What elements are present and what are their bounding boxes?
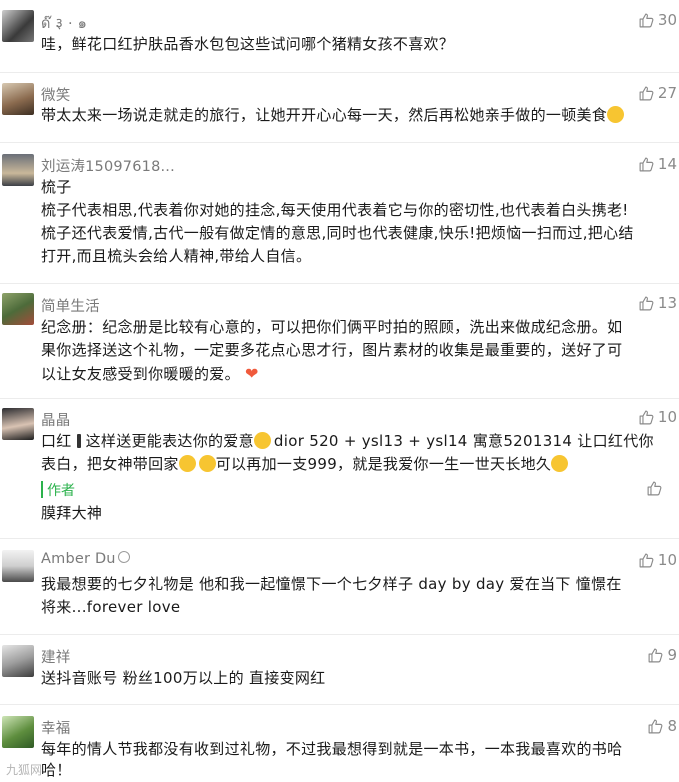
avatar[interactable] [2, 10, 34, 42]
comment-text-line: 纪念册：纪念册是比较有心意的，可以把你们俩平时拍的照顾，洗出来做成纪念册。如 [41, 318, 623, 336]
comment-text: 带太太来一场说走就走的旅行，让她开开心心每一天，然后再松她亲手做的一顿美食 [41, 104, 673, 127]
thumbs-up-icon [638, 156, 655, 173]
divider [0, 704, 679, 705]
comment-text-line: 口红 这样送更能表达你的爱意 dior 520 + ysl13 + ysl14 寓意… [41, 430, 673, 453]
comment-text-line: 我最想要的七夕礼物是 他和我一起憧憬下一个七夕样子 day by day 爱在当… [41, 575, 622, 593]
like-button[interactable]: 10 [638, 551, 677, 569]
like-count: 10 [657, 551, 677, 569]
wink-emoji-icon [198, 455, 216, 472]
divider [0, 142, 679, 143]
comment-text-body: 这样送更能表达你的爱意 [85, 432, 254, 450]
comment-text-line: 梳子 [41, 178, 72, 196]
username-text: Amber Du [41, 551, 116, 567]
verified-icon [117, 551, 130, 563]
like-count: 30 [657, 11, 677, 29]
wink-emoji-icon [178, 455, 196, 472]
avatar[interactable] [2, 293, 34, 325]
comment-text-line: 将来...forever love [41, 598, 181, 616]
divider [0, 634, 679, 635]
comment-username[interactable]: 微笑 [41, 84, 70, 105]
thumbs-up-icon [638, 409, 655, 426]
comment-text-body: 口红 [41, 432, 72, 450]
comment-username[interactable]: 晶晶 [41, 409, 70, 430]
comment-username[interactable]: 简单生活 [41, 295, 100, 316]
like-button[interactable]: 13 [638, 294, 677, 312]
like-count: 13 [657, 294, 677, 312]
author-reply-marker [41, 481, 43, 498]
comment-text-body: 带太太来一场说走就走的旅行，让她开开心心每一天，然后再松她亲手做的一顿美食 [41, 106, 608, 124]
comment-text-body: 可以再加一支999，就是我爱你一生一世天长地久 [215, 455, 552, 473]
like-count: 8 [667, 717, 677, 735]
avatar[interactable] [2, 716, 34, 748]
comment-text-line: 以让女友感受到你暖暖的爱。 ❤ [41, 362, 673, 386]
like-button[interactable]: 10 [638, 408, 677, 426]
author-reply-text: 膜拜大神 [41, 504, 103, 522]
comment-username[interactable]: ด๊ ३ · ๑ [41, 12, 87, 35]
comment-text-body: 以让女友感受到你暖暖的爱。 [41, 365, 240, 383]
comment-username[interactable]: Amber Du [41, 551, 130, 567]
like-count: 10 [657, 408, 677, 426]
avatar[interactable] [2, 83, 34, 115]
comment-text-line: 果你选择送这个礼物，一定要多花点心思才行，图片素材的收集是最重要的，送好了可 [41, 341, 623, 359]
thumbs-up-icon [638, 12, 655, 29]
comment-text-body: dior 520 + ysl13 + ysl14 寓意5201314 让口红代你 [273, 432, 654, 450]
like-button[interactable]: 8 [647, 717, 677, 735]
lipstick-emoji-icon [76, 434, 81, 448]
thumbs-up-icon [638, 85, 655, 102]
thumbs-up-icon [638, 295, 655, 312]
like-button[interactable]: 27 [638, 84, 677, 102]
reply-like-button[interactable] [646, 480, 663, 497]
comment-text-body: 表白，把女神带回家 [41, 455, 179, 473]
comment-text-line: 每年的情人节我都没有收到过礼物，不过我最想得到就是一本书，一本我最喜欢的书哈 [41, 740, 623, 758]
comment-username[interactable]: 建祥 [41, 646, 70, 667]
like-button[interactable]: 14 [638, 155, 677, 173]
avatar[interactable] [2, 645, 34, 677]
comment-text-line: 哈！ [41, 761, 72, 779]
like-count: 27 [657, 84, 677, 102]
comment-text: 送抖音账号 粉丝100万以上的 直接变网红 [41, 669, 326, 687]
like-count: 14 [657, 155, 677, 173]
kiss-emoji-icon [551, 455, 569, 472]
comment-text: 哇，鲜花口红护肤品香水包包这些试问哪个猪精女孩不喜欢？ [41, 35, 455, 53]
like-button[interactable]: 9 [647, 646, 677, 664]
like-button[interactable]: 30 [638, 11, 677, 29]
comment-text-line: 表白，把女神带回家 可以再加一支999，就是我爱你一生一世天长地久 [41, 453, 673, 476]
divider [0, 283, 679, 284]
avatar[interactable] [2, 550, 34, 582]
avatar[interactable] [2, 408, 34, 440]
thumbs-up-icon [647, 647, 664, 664]
grin-emoji-icon [607, 106, 625, 123]
thumbs-up-icon [646, 480, 663, 497]
comment-username[interactable]: 幸福 [41, 717, 70, 738]
thumbs-up-icon [638, 552, 655, 569]
comment-text-line: 梳子代表相思,代表着你对她的挂念,每天使用代表着它与你的密切性,也代表着白头携老… [41, 201, 629, 219]
smirk-emoji-icon [253, 432, 271, 449]
divider [0, 72, 679, 73]
comment-text-line: 打开,而且梳头会给人精神,带给人自信。 [41, 247, 312, 265]
avatar[interactable] [2, 154, 34, 186]
like-count: 9 [667, 646, 677, 664]
comment-username[interactable]: 刘运涛15097618... [41, 155, 175, 176]
heart-emoji-icon: ❤ [244, 364, 259, 383]
divider [0, 398, 679, 399]
comment-text-line: 梳子还代表爱情,古代一般有做定情的意思,同时也代表健康,快乐!把烦恼一扫而过,把… [41, 224, 634, 242]
watermark: 九狐网 [6, 763, 43, 777]
author-label: 作者 [47, 483, 75, 499]
thumbs-up-icon [647, 718, 664, 735]
divider [0, 538, 679, 539]
